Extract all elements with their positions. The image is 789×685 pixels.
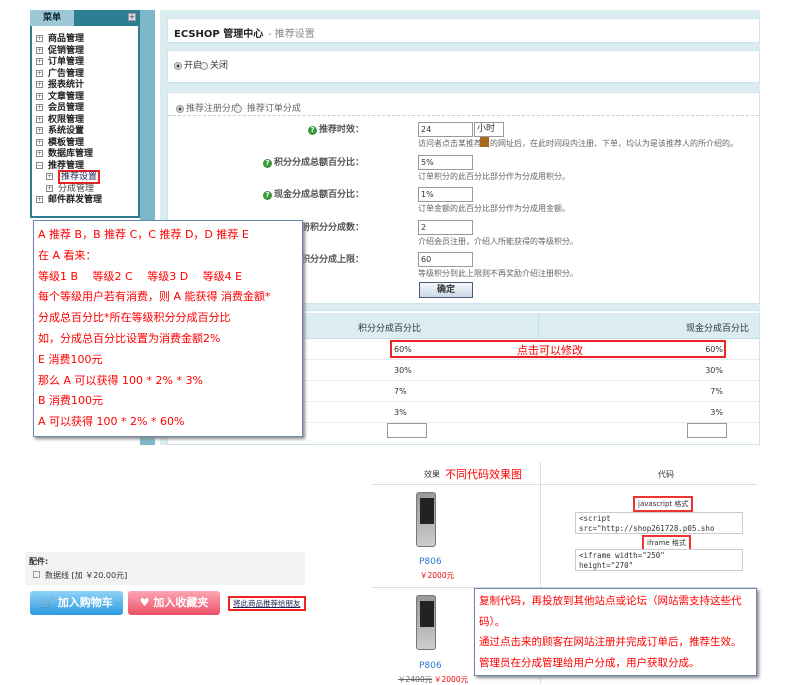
form-description: 介绍会员注册，介绍人所能获得的等级积分。 (418, 236, 578, 246)
callout-line: 码）。 (479, 615, 506, 628)
js-format-tag: javascript 格式 (633, 496, 694, 512)
points-cell[interactable]: 7% (394, 387, 407, 396)
points-cell[interactable]: 30% (394, 366, 412, 375)
expand-icon: + (36, 58, 43, 65)
form-description: 访问者点击某推荐人的网址后，在此时间段内注册、下单，均认为是该推荐人的所介绍的。 (418, 139, 738, 148)
expand-icon: + (36, 92, 43, 100)
help-icon[interactable]: ? (307, 126, 317, 135)
form-input[interactable]: 5% (418, 154, 473, 170)
item-icon: + (46, 173, 53, 180)
recommend-link[interactable]: 将此商品推荐给朋友 (228, 596, 306, 611)
old-price: ￥2400元 (398, 675, 433, 684)
callout-line: 在 A 看来： (38, 248, 97, 262)
radio-off[interactable]: 关闭 (200, 58, 228, 71)
callout-line: 如，分成总百分比设置为消费金额2% (38, 332, 221, 345)
product-price-2: ￥2000元 (434, 675, 469, 684)
brand-title: ECSHOP 管理中心 (174, 29, 264, 40)
unit-select[interactable]: 小时 (474, 122, 504, 147)
col-points: 积分分成百分比 (358, 324, 422, 334)
callout-line: 等级1 B 等级2 C 等级3 D 等级4 E (38, 269, 243, 283)
col-cash: 现金分成百分比 (685, 324, 749, 334)
col-code: 代码 (658, 470, 674, 479)
radio-order[interactable]: 推荐订单分成 (234, 101, 301, 114)
form-label: ? 积分分成总额百分比： (262, 155, 364, 168)
expand-icon: + (36, 81, 43, 88)
form-description: 等级积分到此上限则不再奖励介绍注册积分。 (418, 269, 578, 278)
expand-icon: + (36, 196, 43, 203)
form-input[interactable]: 2 (418, 219, 473, 235)
callout-line: 那么 A 可以获得 100 * 2% * 3% (38, 373, 203, 387)
cash-cell[interactable]: 3% (710, 408, 723, 417)
menu-tab[interactable]: 菜单 (30, 10, 74, 26)
callout-line: B 消费100元 (38, 394, 104, 408)
add-to-cart-button[interactable]: 🛒 加入购物车 (30, 591, 123, 615)
cart-icon: 🛒 (40, 596, 54, 609)
expand-icon: + (36, 69, 43, 77)
switch-panel: 开启 关闭 (167, 50, 760, 83)
expand-icon: + (36, 127, 43, 134)
table-row: 3% 3% (288, 403, 759, 423)
add-to-favorites-button[interactable]: ♥ 加入收藏夹 (128, 591, 220, 615)
accessory-title: 配件: (29, 557, 49, 566)
callout-line: 复制代码，再投放到其他站点或论坛（网站需支持这些代 (479, 595, 742, 607)
callout-line: A 推荐 B，B 推荐 C，C 推荐 D，D 推荐 E (38, 228, 249, 241)
form-input[interactable]: 1% (418, 187, 473, 202)
callout-line: A 可以获得 100 * 2% * 60% (38, 415, 185, 429)
form-label: ? 推荐时效： (307, 122, 364, 135)
radio-register[interactable]: 推荐注册分成 (176, 101, 240, 114)
cash-cell[interactable]: 7% (710, 387, 723, 396)
callout-line: E 消费100元 (38, 352, 103, 366)
expand-icon: + (36, 35, 43, 42)
expand-icon: + (36, 46, 43, 54)
help-icon[interactable]: ? (262, 158, 272, 168)
edit-note: 点击可以修改 (517, 344, 583, 357)
table-row: 7% 7% (288, 382, 759, 402)
sidebar-header: 菜单 + (30, 10, 140, 26)
new-points-input[interactable] (387, 423, 427, 438)
new-cash-input[interactable] (687, 423, 727, 438)
points-cell[interactable]: 3% (394, 408, 407, 417)
accessory-panel: 配件: 数据线 [加 ￥20.00元] (25, 552, 305, 585)
product-name-2[interactable]: P806 (419, 661, 442, 671)
product-price: ￥2000元 (420, 571, 455, 580)
accessory-item[interactable]: 数据线 [加 ￥20.00元] (33, 570, 127, 581)
table-header: 积分分成百分比 现金分成百分比 (288, 313, 759, 339)
form-input[interactable]: 24 (418, 122, 473, 137)
expand-icon[interactable]: + (128, 13, 136, 21)
expand-icon: + (36, 138, 43, 146)
callout-line: 通过点击来的顾客在网站注册并完成订单后，推荐生效。 (479, 636, 742, 648)
editable-highlight: 点击可以修改 (390, 340, 726, 358)
title-bar: ECSHOP 管理中心 - 推荐设置 (167, 18, 760, 43)
product-name[interactable]: P806 (419, 557, 442, 567)
expand-icon: + (36, 115, 43, 123)
col-effect: 效果 (424, 470, 440, 479)
form-description: 订单金额的此百分比部分作为分成用金额。 (418, 204, 570, 213)
sidebar-menu: 菜单 + + 商品管理 + 促销管理 + 订单管理 + 广告管理 + 报表统计 + 文章管理 + 会员管理… (30, 10, 140, 218)
js-code-box[interactable]: <script src="http://shop261728.p05.sho (575, 512, 743, 534)
callout-line: 分成总百分比*所在等级积分分成百分比 (38, 311, 231, 325)
code-explanation-callout: 复制代码，再投放到其他站点或论坛（网站需支持这些代 码）。通过点击来的顾客在网站注… (474, 588, 757, 676)
form-input[interactable]: 60 (418, 252, 473, 267)
item-icon: + (46, 184, 53, 192)
form-label: ? 现金分成总额百分比： (262, 187, 364, 200)
page-title: - 推荐设置 (268, 29, 315, 40)
expand-icon: + (36, 104, 43, 111)
collapse-icon: − (36, 161, 43, 169)
product-image[interactable] (416, 492, 436, 547)
explanation-callout: A 推荐 B，B 推荐 C，C 推荐 D，D 推荐 E 在 A 看来： 等级1 B … (33, 220, 303, 437)
product-image-2[interactable] (416, 595, 436, 650)
cash-cell[interactable]: 30% (705, 366, 723, 375)
table-row: 30% 30% (288, 361, 759, 381)
help-icon[interactable]: ? (262, 191, 272, 200)
sidebar-item[interactable]: + 邮件群发管理 (36, 192, 102, 205)
callout-line: 每个等级用户若有消费，则 A 能获得 消费金额* (38, 290, 271, 304)
iframe-code-box[interactable]: <iframe width="250" height="270" (575, 549, 743, 571)
effect-note: 不同代码效果图 (445, 468, 522, 481)
expand-icon: + (36, 150, 43, 157)
callout-line: 管理员在分成管理给用户分成，用户获取分成。 (479, 656, 700, 669)
radio-on[interactable]: 开启 (174, 58, 202, 71)
heart-icon: ♥ (139, 596, 150, 609)
form-description: 订单积分的此百分比部分作为分成用积分。 (418, 171, 570, 181)
confirm-button[interactable]: 确定 (419, 282, 473, 298)
